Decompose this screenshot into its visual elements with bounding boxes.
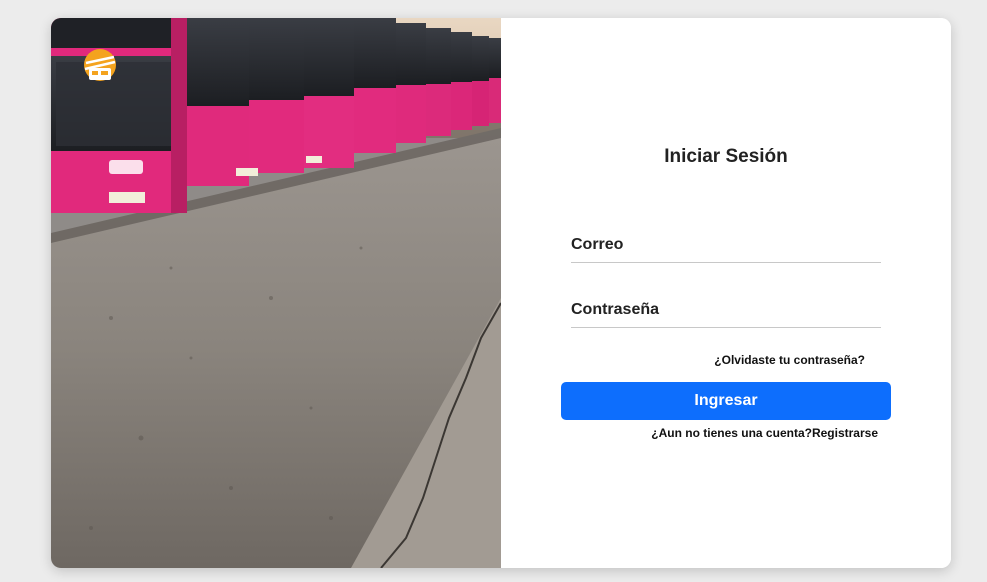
hero-photo bbox=[51, 18, 501, 568]
bus-depot-image bbox=[51, 18, 501, 568]
register-prompt: ¿Aun no tienes una cuenta?Registrarse bbox=[651, 426, 878, 440]
login-button[interactable]: Ingresar bbox=[561, 382, 891, 420]
password-field[interactable] bbox=[571, 293, 881, 328]
sun-bus-logo-icon bbox=[83, 48, 117, 82]
no-account-text: ¿Aun no tienes una cuenta? bbox=[651, 426, 812, 440]
register-link[interactable]: Registrarse bbox=[812, 426, 878, 440]
login-form-panel: Iniciar Sesión ¿Olvidaste tu contraseña?… bbox=[501, 18, 951, 568]
forgot-password-link[interactable]: ¿Olvidaste tu contraseña? bbox=[714, 353, 865, 367]
login-title: Iniciar Sesión bbox=[664, 146, 788, 167]
email-field[interactable] bbox=[571, 228, 881, 263]
login-card: Iniciar Sesión ¿Olvidaste tu contraseña?… bbox=[51, 18, 951, 568]
